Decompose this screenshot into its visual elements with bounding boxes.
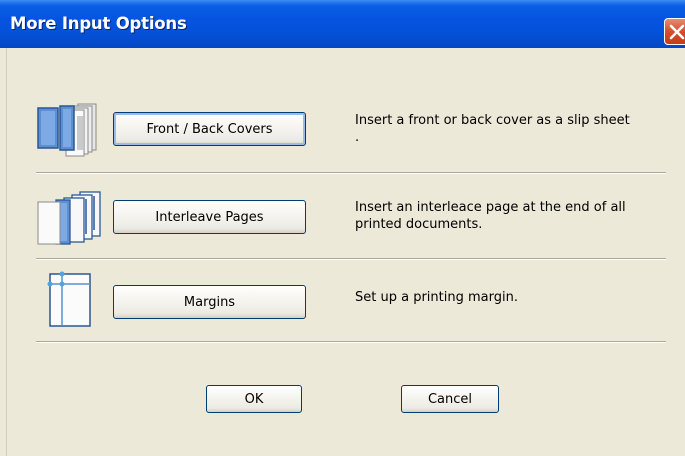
cancel-button[interactable]: Cancel — [401, 385, 499, 413]
separator — [36, 258, 666, 260]
interleave-pages-icon — [37, 191, 101, 245]
title-bar[interactable]: More Input Options — [0, 0, 685, 48]
dialog-window: More Input Options Front / Back Covers I… — [0, 0, 685, 456]
ok-button[interactable]: OK — [206, 385, 302, 413]
front-back-covers-button[interactable]: Front / Back Covers — [113, 112, 306, 146]
interleave-pages-button[interactable]: Interleave Pages — [113, 200, 306, 234]
close-icon — [669, 24, 685, 40]
window-title: More Input Options — [10, 14, 187, 33]
separator — [36, 341, 666, 343]
close-button[interactable] — [664, 18, 685, 45]
margins-button[interactable]: Margins — [113, 285, 306, 319]
front-back-covers-description: Insert a front or back cover as a slip s… — [355, 113, 630, 145]
margins-description: Set up a printing margin. — [355, 290, 518, 305]
margins-icon — [47, 271, 91, 327]
front-back-covers-icon — [37, 103, 97, 157]
separator — [36, 172, 666, 174]
dialog-body — [6, 48, 685, 456]
interleave-pages-description: Insert an interleace page at the end of … — [355, 200, 626, 232]
